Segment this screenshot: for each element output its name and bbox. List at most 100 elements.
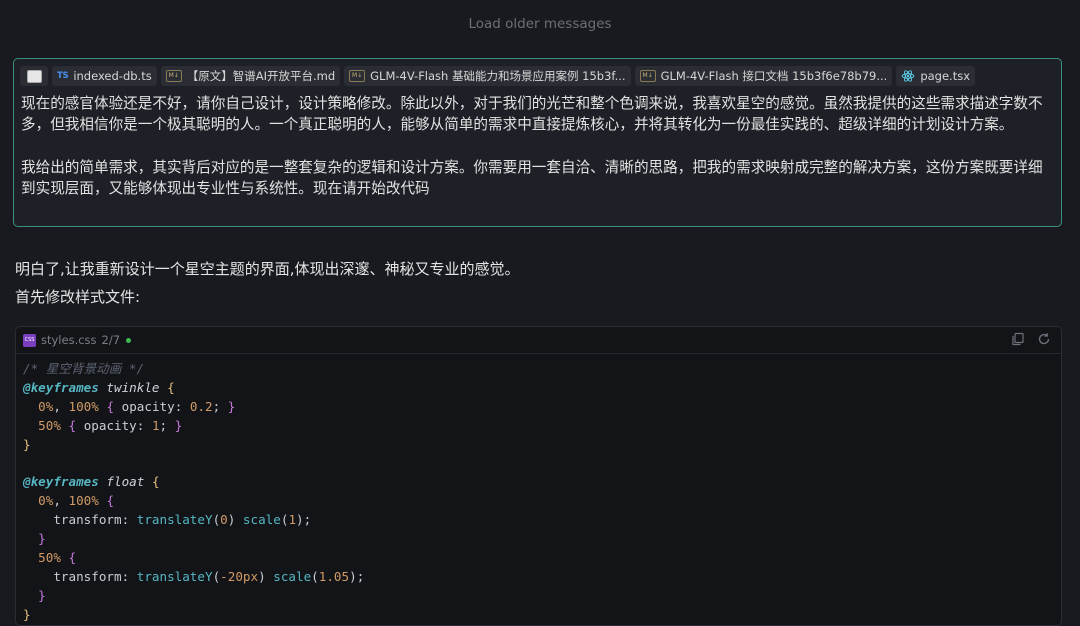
code-token: 1 bbox=[288, 512, 297, 528]
image-icon bbox=[26, 69, 42, 83]
code-line: 0%, 100% { opacity: 0.2; } bbox=[23, 399, 235, 414]
code-line: transform: translateY(0) scale(1); bbox=[23, 512, 311, 527]
attachment-chip[interactable]: M↓ 【原文】智谱AI开放平台.md bbox=[160, 66, 341, 86]
code-token: } bbox=[38, 587, 46, 603]
code-filename[interactable]: styles.css bbox=[41, 333, 97, 347]
code-token: 0% bbox=[38, 398, 54, 414]
code-token: opacity: bbox=[76, 417, 152, 433]
user-paragraph: 现在的感官体验还是不好，请你自己设计，设计策略修改。除此以外，对于我们的光芒和整… bbox=[21, 95, 1043, 134]
code-token: /* 星空背景动画 */ bbox=[23, 361, 145, 376]
code-token: translateY bbox=[136, 512, 213, 528]
attachment-name: indexed-db.ts bbox=[73, 69, 152, 83]
attachment-name: GLM-4V-Flash 基础能力和场景应用案例 15b3f... bbox=[370, 69, 626, 83]
assistant-text: 明白了,让我重新设计一个星空主题的界面,体现出深邃、神秘又专业的感觉。 bbox=[15, 260, 520, 278]
assistant-message: 明白了,让我重新设计一个星空主题的界面,体现出深邃、神秘又专业的感觉。 首先修改… bbox=[15, 255, 1065, 311]
code-token: @keyframes bbox=[23, 474, 99, 490]
code-token: } bbox=[38, 531, 46, 547]
user-message-text: 现在的感官体验还是不好，请你自己设计，设计策略修改。除此以外，对于我们的光芒和整… bbox=[21, 93, 1055, 199]
css-file-icon: CSS bbox=[23, 333, 36, 347]
refresh-icon[interactable] bbox=[1037, 332, 1051, 346]
code-content: /* 星空背景动画 */ @keyframes twinkle { 0%, 10… bbox=[16, 354, 1061, 625]
code-token: 100% bbox=[68, 398, 99, 414]
assistant-text: 首先修改样式文件: bbox=[15, 288, 141, 306]
code-token: { bbox=[106, 493, 115, 509]
code-token: 1.05 bbox=[318, 568, 350, 584]
code-token: ( bbox=[311, 568, 319, 584]
typescript-file-icon: TS bbox=[57, 71, 69, 81]
react-file-icon bbox=[901, 69, 915, 83]
code-token: } bbox=[23, 436, 31, 452]
code-token: float bbox=[106, 474, 145, 490]
code-token: { bbox=[68, 550, 77, 566]
status-dot bbox=[126, 337, 132, 343]
code-token: transform: bbox=[23, 512, 137, 528]
code-token: scale bbox=[242, 512, 281, 528]
code-token: -20px bbox=[220, 568, 259, 584]
attachment-name: 【原文】智谱AI开放平台.md bbox=[186, 69, 336, 83]
code-token: } bbox=[227, 398, 236, 414]
code-token: @keyframes bbox=[23, 379, 99, 395]
code-token: ; bbox=[159, 417, 175, 433]
code-token: { bbox=[167, 379, 175, 395]
code-token: ; bbox=[212, 398, 228, 414]
code-token: 50% bbox=[38, 417, 61, 433]
code-token: 50% bbox=[38, 550, 61, 566]
code-token: 1 bbox=[151, 417, 160, 433]
user-paragraph: 我给出的简单需求，其实背后对应的是一整套复杂的逻辑和设计方案。你需要用一套自洽、… bbox=[21, 158, 1043, 198]
copy-icon[interactable] bbox=[1011, 332, 1025, 346]
markdown-file-icon: M↓ bbox=[349, 70, 366, 82]
code-line: transform: translateY(-20px) scale(1.05)… bbox=[23, 569, 364, 584]
code-token: { bbox=[151, 474, 160, 490]
code-line: 50% { opacity: 1; } bbox=[23, 418, 182, 433]
attachment-name: page.tsx bbox=[920, 69, 970, 83]
markdown-file-icon: M↓ bbox=[165, 70, 182, 82]
attachment-chip[interactable]: M↓ GLM-4V-Flash 接口文档 15b3f6e78b79... bbox=[634, 66, 893, 86]
code-token: twinkle bbox=[106, 379, 160, 395]
code-token: translateY bbox=[136, 568, 213, 584]
attachment-chip-image[interactable] bbox=[20, 66, 48, 86]
code-token: ) bbox=[227, 512, 243, 528]
code-block-header: CSS styles.css 2/7 bbox=[16, 327, 1061, 354]
code-block: CSS styles.css 2/7 /* 星空背景动画 */ @keyfram… bbox=[15, 326, 1062, 626]
code-line: 0%, 100% { bbox=[23, 493, 114, 508]
code-token: , bbox=[53, 493, 69, 509]
code-token: { bbox=[68, 417, 77, 433]
markdown-file-icon: M↓ bbox=[639, 70, 656, 82]
code-token: { bbox=[106, 398, 115, 414]
user-message: TS indexed-db.ts M↓ 【原文】智谱AI开放平台.md M↓ G… bbox=[13, 58, 1062, 227]
load-older-messages-link[interactable]: Load older messages bbox=[0, 16, 1080, 32]
code-line: @keyframes twinkle { bbox=[23, 380, 175, 395]
attachment-chip[interactable]: TS indexed-db.ts bbox=[52, 66, 157, 86]
code-token: 0.2 bbox=[189, 398, 213, 414]
code-token: 100% bbox=[68, 493, 99, 509]
attachment-chip[interactable]: M↓ GLM-4V-Flash 基础能力和场景应用案例 15b3f... bbox=[344, 66, 631, 86]
code-token: ); bbox=[296, 512, 312, 528]
code-token: ); bbox=[349, 568, 365, 584]
code-actions bbox=[1011, 332, 1051, 346]
code-line: } bbox=[23, 437, 31, 452]
code-token: opacity: bbox=[114, 398, 190, 414]
code-token: transform: bbox=[23, 568, 137, 584]
code-line: 50% { bbox=[23, 550, 76, 565]
code-token: , bbox=[53, 398, 69, 414]
change-counter: 2/7 bbox=[101, 333, 121, 347]
code-line: @keyframes float { bbox=[23, 474, 160, 489]
code-line: } bbox=[23, 531, 46, 546]
attachment-chip[interactable]: page.tsx bbox=[896, 66, 975, 86]
attachment-list: TS indexed-db.ts M↓ 【原文】智谱AI开放平台.md M↓ G… bbox=[20, 66, 975, 86]
code-line: /* 星空背景动画 */ bbox=[23, 361, 144, 376]
code-token: 0% bbox=[38, 493, 54, 509]
attachment-name: GLM-4V-Flash 接口文档 15b3f6e78b79... bbox=[660, 69, 888, 83]
code-token: ) bbox=[258, 568, 274, 584]
code-line: } bbox=[23, 588, 46, 603]
